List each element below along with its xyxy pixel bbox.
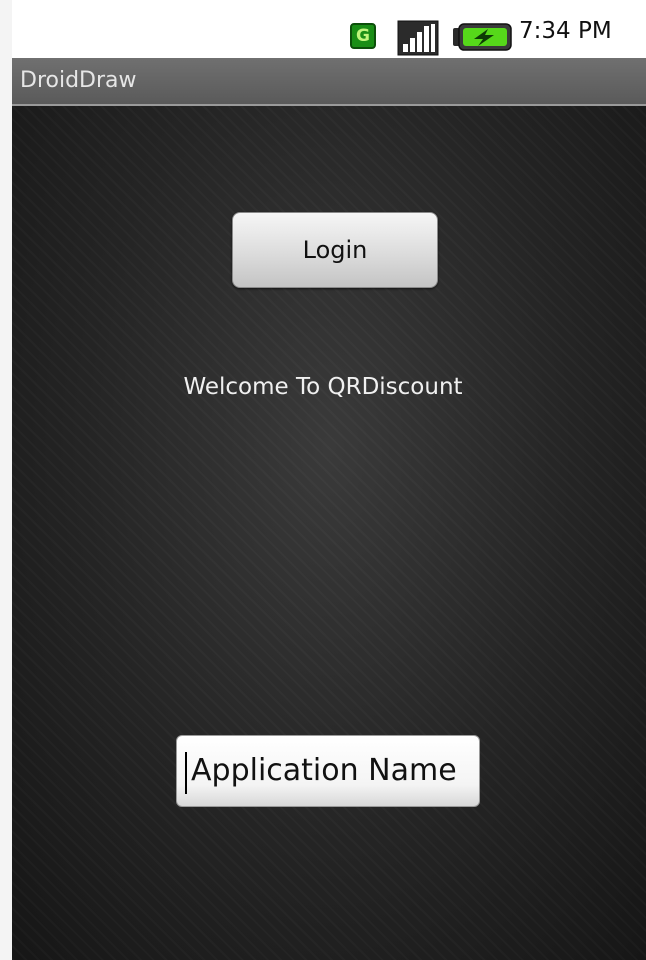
text-caret (185, 752, 187, 794)
left-edge-strip (0, 0, 12, 960)
device-screen: G 7:34 PM DroidDraw Login Welcome To QRD… (0, 0, 646, 960)
signal-strength-icon (397, 20, 439, 56)
title-bar: DroidDraw (12, 58, 646, 106)
application-name-value: Application Name (191, 753, 457, 788)
main-content: Login Welcome To QRDiscount Application … (12, 106, 646, 960)
network-type-icon: G (350, 23, 376, 49)
login-button[interactable]: Login (232, 212, 438, 288)
welcome-text: Welcome To QRDiscount (183, 374, 463, 400)
status-bar: G 7:34 PM (12, 0, 646, 58)
battery-charging-icon (453, 23, 512, 51)
application-name-input[interactable]: Application Name (176, 735, 480, 807)
status-time: 7:34 PM (519, 18, 612, 44)
app-title: DroidDraw (20, 68, 137, 93)
